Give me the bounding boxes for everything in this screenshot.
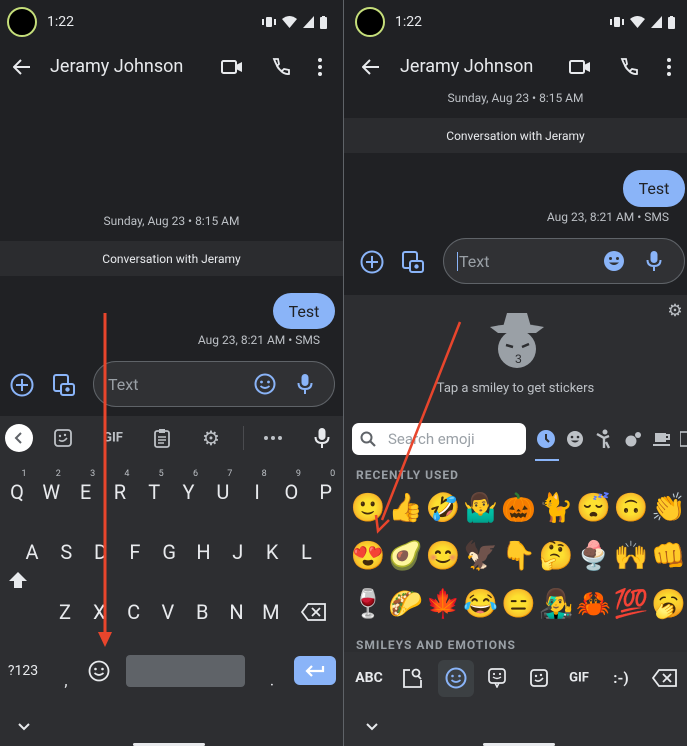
annotation-arrow bbox=[374, 321, 462, 534]
left-screen: 1:22 Jeramy Johnson Sunday, Aug 23 • 8:1… bbox=[0, 0, 343, 746]
annotation-arrow bbox=[98, 313, 112, 647]
right-screen: 1:22 Jeramy Johnson Sunday, Aug 23 • 8:1… bbox=[344, 0, 687, 746]
